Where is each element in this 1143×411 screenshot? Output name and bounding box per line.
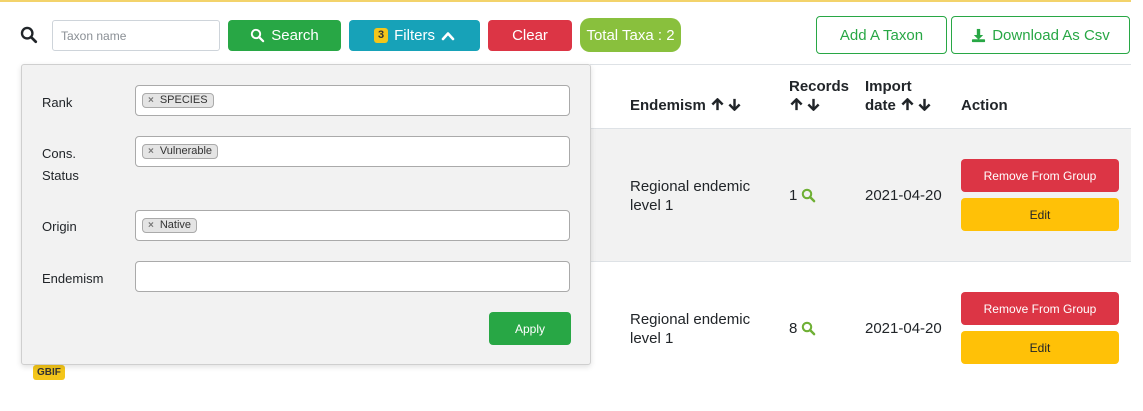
records-cell: 8 xyxy=(789,319,816,338)
endemism-select[interactable] xyxy=(135,261,570,292)
endemism-text: level 1 xyxy=(630,197,674,214)
remove-from-group-button[interactable]: Remove From Group xyxy=(961,292,1119,325)
search-icon xyxy=(251,28,265,43)
search-records-icon[interactable] xyxy=(801,188,816,203)
top-accent-line xyxy=(0,0,1131,2)
rank-select[interactable]: × SPECIES xyxy=(135,85,570,116)
total-taxa-label: Total Taxa : 2 xyxy=(586,26,675,44)
cons-status-chip: × Vulnerable xyxy=(142,144,219,159)
arrow-down-icon[interactable] xyxy=(806,97,821,112)
gbif-source-badge: GBIF xyxy=(33,365,65,380)
chip-remove-icon[interactable]: × xyxy=(148,94,154,107)
search-icon xyxy=(20,26,38,44)
records-cell: 1 xyxy=(789,186,816,205)
endemism-cell: Regional endemic level 1 xyxy=(630,310,750,348)
search-button-label: Search xyxy=(271,27,319,44)
chip-label: Vulnerable xyxy=(159,145,213,157)
endemism-text: level 1 xyxy=(630,330,674,347)
filters-panel: Rank × SPECIES Cons. Status × Vulnerable… xyxy=(21,64,591,365)
cons-status-select[interactable]: × Vulnerable xyxy=(135,136,570,167)
download-csv-label: Download As Csv xyxy=(992,26,1110,44)
rank-chip: × SPECIES xyxy=(142,93,214,108)
arrow-down-icon[interactable] xyxy=(727,97,742,112)
records-count: 1 xyxy=(789,187,798,204)
column-header-label: date xyxy=(865,97,896,114)
chip-remove-icon[interactable]: × xyxy=(148,219,154,232)
clear-button[interactable]: Clear xyxy=(488,20,572,51)
total-taxa-badge: Total Taxa : 2 xyxy=(580,18,681,52)
clear-button-label: Clear xyxy=(512,27,548,44)
chip-remove-icon[interactable]: × xyxy=(148,145,154,158)
label-line: Status xyxy=(42,168,79,183)
arrow-up-icon[interactable] xyxy=(789,97,804,112)
filters-button-label: Filters xyxy=(394,27,435,44)
import-date-cell: 2021-04-20 xyxy=(865,187,942,204)
label-line: Cons. xyxy=(42,146,76,161)
filter-count-badge: 3 xyxy=(374,28,389,43)
arrow-up-icon[interactable] xyxy=(710,97,725,112)
sort-controls xyxy=(789,97,821,112)
column-header-records[interactable]: Records xyxy=(789,77,849,115)
column-header-label: Import xyxy=(865,78,912,95)
endemism-label: Endemism xyxy=(42,271,104,286)
origin-chip: × Native xyxy=(142,218,198,233)
origin-select[interactable]: × Native xyxy=(135,210,570,241)
endemism-text: Regional endemic xyxy=(630,178,751,195)
taxon-name-input[interactable] xyxy=(52,20,220,51)
chip-label: Native xyxy=(159,219,192,231)
download-icon xyxy=(972,28,986,42)
chip-label: SPECIES xyxy=(159,94,208,106)
edit-button[interactable]: Edit xyxy=(961,198,1119,231)
records-count: 8 xyxy=(789,320,798,337)
endemism-text: Regional endemic xyxy=(630,311,751,328)
remove-from-group-button[interactable]: Remove From Group xyxy=(961,159,1119,192)
sort-controls xyxy=(900,97,932,112)
filters-toggle-button[interactable]: 3 Filters xyxy=(349,20,480,51)
column-header-endemism[interactable]: Endemism xyxy=(630,96,742,115)
import-date-cell: 2021-04-20 xyxy=(865,320,942,337)
column-header-label: Records xyxy=(789,78,850,95)
endemism-cell: Regional endemic level 1 xyxy=(630,177,750,215)
apply-filters-button[interactable]: Apply xyxy=(489,312,571,345)
download-csv-button[interactable]: Download As Csv xyxy=(951,16,1130,54)
column-header-action: Action xyxy=(961,97,1008,114)
sort-controls xyxy=(710,97,742,112)
origin-label: Origin xyxy=(42,219,77,234)
chevron-up-icon xyxy=(441,31,455,40)
add-taxon-button[interactable]: Add A Taxon xyxy=(816,16,947,54)
column-header-import-date[interactable]: Import date xyxy=(865,77,932,115)
search-button[interactable]: Search xyxy=(228,20,341,51)
table-header-border xyxy=(590,64,1131,65)
edit-button[interactable]: Edit xyxy=(961,331,1119,364)
column-header-label: Endemism xyxy=(630,97,706,114)
add-taxon-label: Add A Taxon xyxy=(839,26,924,44)
arrow-down-icon[interactable] xyxy=(917,97,932,112)
arrow-up-icon[interactable] xyxy=(900,97,915,112)
cons-status-label: Cons. Status xyxy=(42,143,122,187)
rank-label: Rank xyxy=(42,95,73,110)
search-records-icon[interactable] xyxy=(801,321,816,336)
